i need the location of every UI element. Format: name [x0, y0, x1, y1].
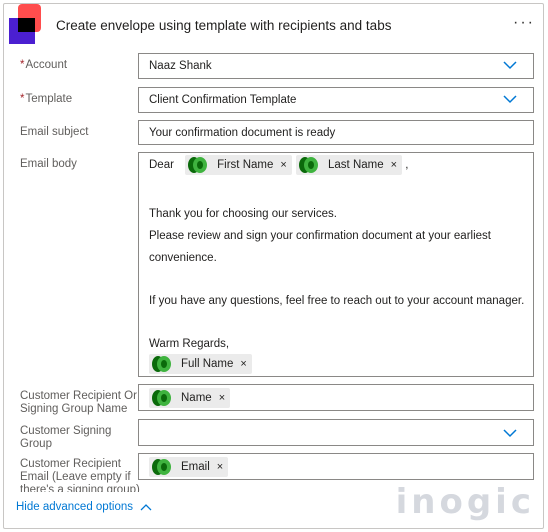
- body-comma: ,: [405, 159, 409, 172]
- remove-token-icon[interactable]: ×: [391, 159, 397, 171]
- inogic-watermark: inogic: [395, 482, 535, 522]
- account-value: Naaz Shank: [149, 60, 212, 72]
- docusign-logo-icon: [9, 4, 41, 44]
- body-full-name-line: Full Name ×: [149, 354, 252, 374]
- customer-email-label: Customer Recipient Email (Leave empty if…: [20, 458, 140, 492]
- action-card: Create envelope using template with reci…: [3, 3, 544, 529]
- chevron-down-icon: [503, 429, 517, 438]
- customer-signing-group-dropdown[interactable]: [138, 419, 534, 446]
- body-line-3: convenience.: [149, 252, 217, 264]
- account-label: *Account: [20, 59, 68, 71]
- token-first-name[interactable]: First Name ×: [185, 155, 292, 175]
- more-options-icon[interactable]: ···: [513, 14, 535, 32]
- customer-email-label-line3: there's a signing group): [20, 484, 140, 492]
- customer-recipient-label-line1: Customer Recipient Or: [20, 390, 137, 402]
- chevron-down-icon: [503, 61, 517, 70]
- dataverse-icon: [152, 390, 171, 406]
- email-body-input[interactable]: Dear First Name × Last Name × , Thank yo…: [138, 152, 534, 377]
- customer-email-label-line1: Customer Recipient: [20, 458, 121, 470]
- remove-token-icon[interactable]: ×: [280, 159, 286, 171]
- card-header: Create envelope using template with reci…: [4, 4, 543, 48]
- email-subject-input[interactable]: Your confirmation document is ready: [138, 120, 534, 145]
- body-line-2: Please review and sign your confirmation…: [149, 230, 491, 242]
- chevron-up-icon: [140, 504, 152, 511]
- token-last-name[interactable]: Last Name ×: [296, 155, 403, 175]
- body-line-4: If you have any questions, feel free to …: [149, 295, 525, 307]
- customer-recipient-label: Customer Recipient Or Signing Group Name: [20, 390, 137, 416]
- token-name[interactable]: Name ×: [149, 388, 231, 408]
- dataverse-icon: [299, 157, 319, 173]
- token-name-text: Name: [181, 392, 212, 404]
- signing-group-label-line2: Group: [20, 438, 52, 450]
- token-email-text: Email: [181, 461, 210, 473]
- remove-token-icon[interactable]: ×: [240, 358, 246, 370]
- token-full-name-text: Full Name: [181, 358, 234, 370]
- template-label: *Template: [20, 93, 73, 105]
- dataverse-icon: [188, 157, 208, 173]
- customer-recipient-label-line2: Signing Group Name: [20, 403, 128, 415]
- card-title: Create envelope using template with reci…: [56, 18, 392, 33]
- dataverse-icon: [152, 356, 171, 372]
- email-subject-value: Your confirmation document is ready: [149, 127, 336, 139]
- body-dear-text: Dear: [149, 159, 174, 172]
- customer-recipient-input[interactable]: Name ×: [138, 384, 534, 411]
- token-first-name-text: First Name: [217, 159, 274, 171]
- template-dropdown[interactable]: Client Confirmation Template: [138, 87, 534, 113]
- template-value: Client Confirmation Template: [149, 94, 297, 106]
- email-body-label: Email body: [20, 158, 77, 170]
- body-line-1: Thank you for choosing our services.: [149, 208, 337, 220]
- chevron-down-icon: [503, 95, 517, 104]
- account-dropdown[interactable]: Naaz Shank: [138, 53, 534, 79]
- token-last-name-text: Last Name: [328, 159, 384, 171]
- customer-signing-group-label: Customer Signing Group: [20, 425, 111, 451]
- hide-advanced-options-text: Hide advanced options: [16, 501, 133, 513]
- body-line-5: Warm Regards,: [149, 338, 230, 350]
- email-body-first-line: Dear First Name × Last Name × ,: [149, 155, 408, 175]
- customer-email-input[interactable]: Email ×: [138, 453, 534, 480]
- token-email[interactable]: Email ×: [149, 457, 229, 477]
- hide-advanced-options-link[interactable]: Hide advanced options: [16, 501, 152, 513]
- token-full-name[interactable]: Full Name ×: [149, 354, 252, 374]
- remove-token-icon[interactable]: ×: [217, 461, 223, 473]
- remove-token-icon[interactable]: ×: [219, 392, 225, 404]
- email-subject-label: Email subject: [20, 126, 89, 138]
- signing-group-label-line1: Customer Signing: [20, 425, 112, 437]
- dataverse-icon: [152, 459, 171, 475]
- customer-email-label-line2: Email (Leave empty if: [20, 471, 131, 483]
